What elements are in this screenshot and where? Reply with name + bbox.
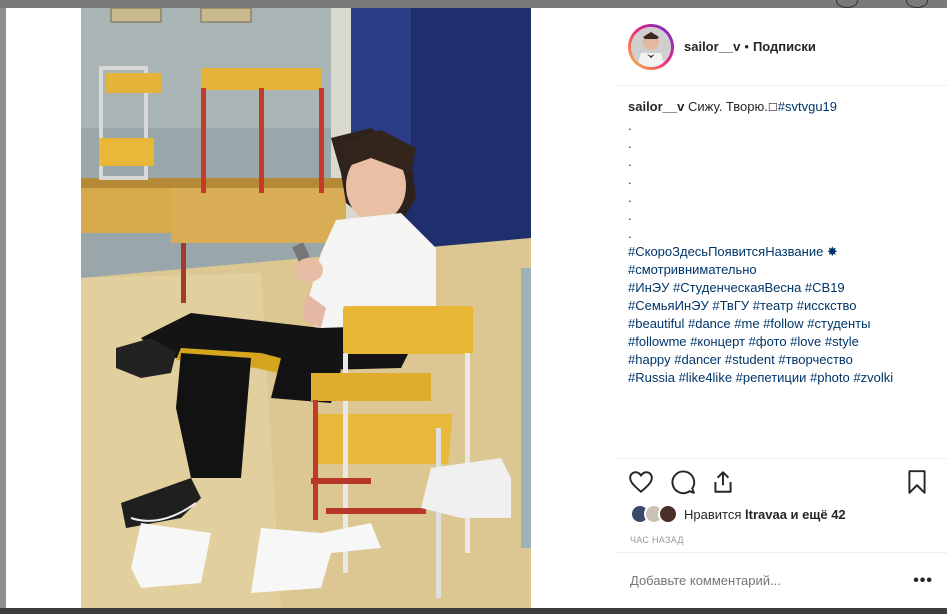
likes-user[interactable]: ltravaa	[745, 507, 787, 522]
caption-dot: .	[628, 154, 632, 169]
likes-text: Нравится ltravaa и ещё 42	[684, 507, 846, 522]
bookmark-icon[interactable]	[904, 469, 930, 495]
hashtag-line[interactable]: #beautiful #dance #me #follow #студенты	[628, 315, 940, 333]
heart-icon[interactable]	[628, 469, 654, 495]
caption-emoji-icon: ☐	[767, 102, 778, 114]
header-separator: •	[744, 39, 749, 54]
action-bar	[616, 458, 947, 502]
comment-box: •••	[616, 552, 947, 608]
hashtag-line[interactable]: #followme #концерт #фото #love #style	[628, 333, 940, 351]
avatar-ring[interactable]	[628, 23, 674, 70]
caption-dot: .	[628, 136, 632, 151]
hashtag-line[interactable]: #СемьяИнЭУ #ТвГУ #театр #исскство	[628, 297, 940, 315]
hashtag-line[interactable]: #СкороЗдесьПоявитсяНазвание ✸	[628, 243, 940, 261]
post-sidebar: sailor__v • Подписки sailor__v Сижу. Творю…	[616, 8, 947, 608]
backdrop-bottom	[0, 608, 947, 614]
liker-avatar[interactable]	[658, 504, 678, 524]
caption-dot: .	[628, 208, 632, 223]
comment-icon[interactable]	[670, 469, 696, 495]
likes-row: Нравится ltravaa и ещё 42	[630, 504, 846, 524]
hashtag-line[interactable]: #ИнЭУ #СтуденческаяВесна #СВ19	[628, 279, 940, 297]
caption: sailor__v Сижу. Творю.☐#svtvgu19 . . . .…	[628, 98, 940, 387]
more-options-icon[interactable]: •••	[913, 572, 933, 590]
hashtag-line[interactable]: #happy #dancer #student #творчество	[628, 351, 940, 369]
top-control-icon[interactable]	[906, 0, 928, 8]
caption-dot: .	[628, 190, 632, 205]
header-username[interactable]: sailor__v	[684, 39, 740, 54]
likes-prefix: Нравится	[684, 506, 742, 522]
avatar	[631, 26, 671, 67]
avatar-image	[631, 26, 671, 67]
post-photo[interactable]	[81, 8, 531, 608]
caption-dot: .	[628, 118, 632, 133]
caption-text: Сижу. Творю.	[688, 99, 768, 114]
share-icon[interactable]	[710, 469, 736, 495]
header-text: sailor__v • Подписки	[684, 39, 816, 54]
likes-count[interactable]: и ещё 42	[791, 507, 846, 522]
comment-input[interactable]	[630, 573, 914, 588]
photo-image	[81, 8, 531, 608]
caption-username[interactable]: sailor__v	[628, 99, 684, 114]
caption-dot: .	[628, 172, 632, 187]
hashtag-line[interactable]: #Russia #like4like #репетиции #photo #zv…	[628, 369, 940, 387]
post-timestamp[interactable]: ЧАС НАЗАД	[630, 535, 684, 545]
post-modal: sailor__v • Подписки sailor__v Сижу. Творю…	[6, 8, 947, 608]
top-control-icon[interactable]	[836, 0, 858, 8]
backdrop-top	[0, 0, 947, 8]
following-button[interactable]: Подписки	[753, 39, 816, 54]
hashtag-line[interactable]: #смотривнимательно	[628, 261, 940, 279]
caption-hashtag[interactable]: #svtvgu19	[778, 99, 837, 114]
caption-first-line: sailor__v Сижу. Творю.☐#svtvgu19	[628, 98, 940, 117]
caption-dot: .	[628, 226, 632, 241]
post-header: sailor__v • Подписки	[616, 8, 947, 86]
